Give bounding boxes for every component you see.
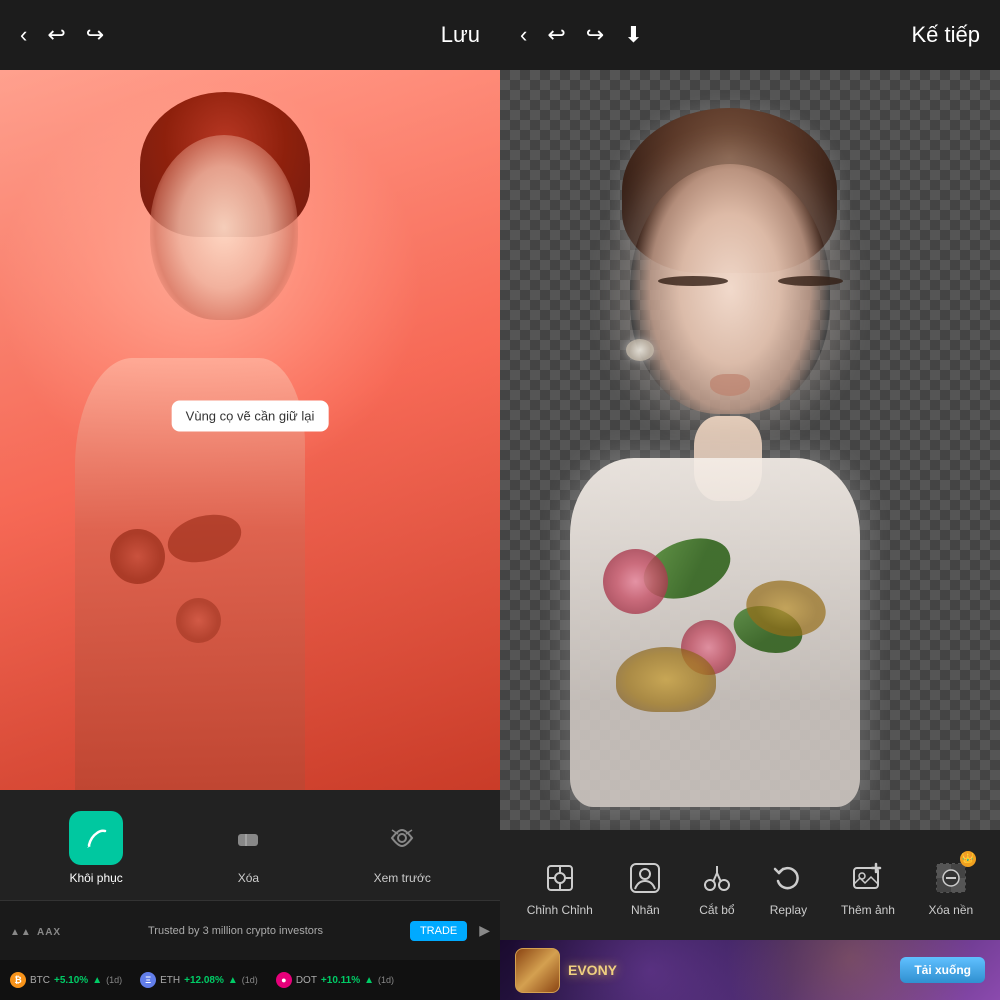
replay-label: Replay — [770, 903, 807, 917]
left-bottom-section: Khôi phục Xóa — [0, 790, 500, 1000]
ad-logo: ▲▲ AAX — [10, 922, 61, 939]
ad-tagline: Trusted by 3 million crypto investors — [69, 925, 402, 937]
trade-button[interactable]: TRADE — [410, 921, 467, 941]
sticker-tool[interactable]: Nhãn — [626, 859, 664, 917]
addphoto-label: Thêm ảnh — [841, 903, 895, 917]
sticker-label: Nhãn — [631, 903, 660, 917]
replay-icon — [769, 859, 807, 897]
dot-icon: ● — [276, 972, 292, 988]
removebg-tool[interactable]: 👑 Xóa nền — [929, 859, 974, 917]
left-image-bg: Vùng cọ vẽ cần giữ lại — [0, 70, 500, 790]
eth-change: +12.08% — [184, 975, 224, 986]
replay-tool[interactable]: Replay — [769, 859, 807, 917]
eth-period: (1d) — [242, 975, 258, 985]
cutout-label: Cắt bổ — [699, 903, 734, 917]
btc-name: BTC — [30, 975, 50, 986]
left-tools-toolbar: Khôi phục Xóa — [0, 790, 500, 900]
right-image-area — [500, 70, 1000, 830]
restore-label: Khôi phục — [69, 871, 122, 885]
erase-tool[interactable]: Xóa — [221, 811, 275, 885]
preview-tool[interactable]: Xem trước — [374, 811, 431, 885]
sticker-svg-icon — [628, 861, 662, 895]
right-photo — [550, 108, 950, 807]
btc-ticker: ₿ BTC +5.10% ▲ (1d) — [10, 972, 122, 988]
dot-period: (1d) — [378, 975, 394, 985]
undo-button[interactable]: ↩ — [47, 22, 65, 48]
addphoto-tool[interactable]: Thêm ảnh — [841, 859, 895, 917]
crypto-ticker: ₿ BTC +5.10% ▲ (1d) Ξ ETH +12.08% ▲ (1d)… — [0, 960, 500, 1000]
adjust-tool[interactable]: Chỉnh Chỉnh — [527, 859, 593, 917]
right-tools-toolbar: Chỉnh Chỉnh Nhãn — [500, 830, 1000, 940]
save-button[interactable]: Lưu — [441, 22, 480, 48]
replay-svg-icon — [771, 861, 805, 895]
next-button[interactable]: Kế tiếp — [912, 22, 981, 48]
eth-icon: Ξ — [140, 972, 156, 988]
eraser-icon — [234, 824, 262, 852]
right-redo-button[interactable]: ↪ — [586, 22, 604, 48]
crown-badge: 👑 — [960, 851, 976, 867]
adjust-icon — [541, 859, 579, 897]
ad-bar: ▲▲ AAX Trusted by 3 million crypto inves… — [0, 900, 500, 960]
tooltip-label: Vùng cọ vẽ cần giữ lại — [172, 400, 329, 431]
addphoto-svg-icon — [851, 861, 885, 895]
cutout-tool[interactable]: Cắt bổ — [698, 859, 736, 917]
dot-name: DOT — [296, 975, 317, 986]
left-image-area: Vùng cọ vẽ cần giữ lại — [0, 70, 500, 790]
right-toolbar: ‹ ↩ ↪ ⬇ Kế tiếp — [500, 0, 1000, 70]
restore-icon-wrap — [69, 811, 123, 865]
back-button[interactable]: ‹ — [20, 22, 27, 48]
download-button[interactable]: Tải xuống — [900, 957, 985, 983]
eth-arrow: ▲ — [228, 975, 238, 986]
crop-icon — [544, 862, 576, 894]
addphoto-icon — [849, 859, 887, 897]
erase-icon-wrap — [221, 811, 275, 865]
redo-button[interactable]: ↪ — [86, 22, 104, 48]
right-nav-icons: ‹ ↩ ↪ ⬇ — [520, 22, 643, 48]
eth-ticker: Ξ ETH +12.08% ▲ (1d) — [140, 972, 258, 988]
removebg-icon: 👑 — [932, 859, 970, 897]
btc-arrow: ▲ — [92, 975, 102, 986]
eth-name: ETH — [160, 975, 180, 986]
right-undo-button[interactable]: ↩ — [547, 22, 565, 48]
game-icon — [515, 948, 560, 993]
eye-icon — [388, 824, 416, 852]
right-back-button[interactable]: ‹ — [520, 22, 527, 48]
game-info: EVONY — [515, 948, 617, 993]
game-ad: EVONY Tải xuống — [500, 940, 1000, 1000]
left-nav-icons: ‹ ↩ ↪ — [20, 22, 104, 48]
brush-icon — [83, 825, 109, 851]
game-title: EVONY — [568, 962, 617, 978]
dot-ticker: ● DOT +10.11% ▲ (1d) — [276, 972, 394, 988]
btc-icon: ₿ — [10, 972, 26, 988]
restore-tool[interactable]: Khôi phục — [69, 811, 123, 885]
scissors-icon — [700, 861, 734, 895]
right-ad-area: EVONY Tải xuống — [500, 940, 1000, 1000]
dot-change: +10.11% — [321, 975, 360, 986]
btc-change: +5.10% — [54, 975, 88, 986]
ad-logo-prefix: ▲▲ — [10, 927, 32, 938]
adjust-label: Chỉnh Chỉnh — [527, 903, 593, 917]
ad-arrow-icon: ▶ — [479, 922, 490, 939]
ad-logo-text: AAX — [37, 927, 61, 938]
removebg-label: Xóa nền — [929, 903, 974, 917]
cutout-icon — [698, 859, 736, 897]
left-panel: ‹ ↩ ↪ Lưu — [0, 0, 500, 1000]
left-toolbar: ‹ ↩ ↪ Lưu — [0, 0, 500, 70]
sticker-icon — [626, 859, 664, 897]
btc-period: (1d) — [106, 975, 122, 985]
right-panel: ‹ ↩ ↪ ⬇ Kế tiếp — [500, 0, 1000, 1000]
dot-arrow: ▲ — [364, 975, 374, 986]
preview-icon-wrap — [375, 811, 429, 865]
preview-label: Xem trước — [374, 871, 431, 885]
right-download-button[interactable]: ⬇ — [624, 22, 642, 48]
erase-label: Xóa — [238, 871, 259, 885]
